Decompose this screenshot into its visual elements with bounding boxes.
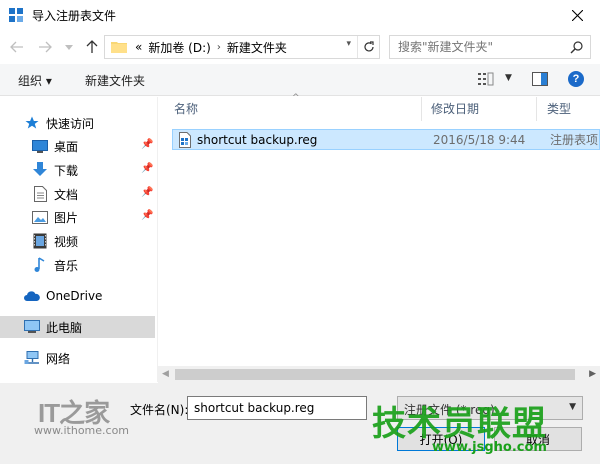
column-header-type[interactable]: 类型 — [547, 97, 571, 121]
breadcrumb-separator-icon[interactable]: › — [217, 42, 221, 53]
file-modified-date: 2016/5/18 9:44 — [433, 132, 526, 147]
title-bar: 导入注册表文件 — [0, 0, 600, 30]
pin-icon[interactable]: 📌 — [141, 139, 153, 150]
organize-button[interactable]: 组织 ▾ — [18, 72, 52, 89]
nav-item-music[interactable]: 音乐 — [32, 254, 78, 276]
column-header-name[interactable]: 名称 — [174, 97, 198, 121]
computer-icon — [24, 319, 40, 335]
nav-item-desktop[interactable]: 桌面 — [32, 135, 78, 157]
address-dropdown-icon[interactable]: ▾ — [346, 39, 351, 49]
chevron-down-icon: ▼ — [569, 402, 576, 412]
nav-onedrive-label: OneDrive — [46, 289, 103, 303]
address-row: « 新加卷 (D:) › 新建文件夹 ▾ — [0, 30, 600, 64]
onedrive-cloud-icon — [24, 288, 40, 304]
nav-network-label: 网络 — [46, 351, 71, 366]
help-button[interactable]: ? — [568, 71, 584, 87]
back-arrow-icon — [10, 41, 23, 53]
file-type: 注册表项 — [550, 133, 599, 147]
scrollbar-thumb[interactable] — [175, 369, 575, 380]
address-bar[interactable]: « 新加卷 (D:) › 新建文件夹 ▾ — [104, 35, 380, 59]
breadcrumb-drive[interactable]: 新加卷 (D:) — [148, 39, 210, 56]
nav-item-videos[interactable]: 视频 — [32, 230, 78, 252]
nav-onedrive[interactable]: OneDrive — [24, 285, 102, 307]
search-icon — [570, 41, 583, 54]
nav-item-label: 文档 — [54, 187, 79, 202]
breadcrumb-folder[interactable]: 新建文件夹 — [227, 39, 287, 56]
desktop-icon — [32, 138, 48, 154]
nav-quick-access-label: 快速访问 — [46, 116, 95, 131]
back-button[interactable] — [8, 38, 26, 56]
nav-item-label: 图片 — [54, 210, 79, 225]
view-options-dropdown-icon[interactable]: ▼ — [505, 73, 512, 83]
chevron-down-icon — [65, 44, 73, 50]
nav-item-label: 视频 — [54, 234, 79, 249]
filename-input[interactable] — [194, 397, 366, 419]
nav-this-pc[interactable]: 此电脑 — [0, 316, 155, 338]
pin-icon[interactable]: 📌 — [141, 187, 153, 198]
pictures-icon — [32, 209, 48, 225]
address-overflow[interactable]: « — [135, 40, 142, 54]
file-list: ^ 名称 修改日期 类型 shortcut backup.reg 2016/5/… — [162, 93, 600, 367]
nav-network[interactable]: 网络 — [24, 347, 70, 369]
column-header-modified[interactable]: 修改日期 — [431, 97, 479, 121]
forward-arrow-icon — [39, 41, 52, 53]
search-box[interactable] — [389, 35, 591, 59]
registry-file-icon — [179, 131, 191, 148]
nav-item-label: 下载 — [54, 163, 79, 178]
jsgho-watermark-url: www.jsgho.com — [432, 440, 547, 455]
folder-icon — [111, 42, 127, 53]
up-button[interactable] — [83, 38, 101, 56]
refresh-button[interactable] — [357, 36, 379, 58]
change-view-icon[interactable] — [478, 72, 494, 86]
pin-icon[interactable]: 📌 — [141, 210, 153, 221]
pane-divider[interactable] — [157, 97, 158, 382]
nav-item-label: 桌面 — [54, 139, 79, 154]
nav-item-documents[interactable]: 文档 — [32, 183, 78, 205]
filename-label: 文件名(N): — [130, 403, 189, 417]
column-divider[interactable] — [536, 97, 537, 121]
ithome-watermark-url: www.ithome.com — [34, 424, 130, 437]
close-icon — [571, 9, 583, 21]
refresh-icon — [363, 41, 374, 52]
navigation-pane: 快速访问 桌面 📌 下载 📌 文档 📌 图片 📌 视频 音乐 OneDrive … — [0, 97, 157, 382]
column-divider[interactable] — [421, 97, 422, 121]
download-icon — [32, 162, 48, 178]
search-input[interactable] — [398, 40, 568, 54]
preview-pane-icon[interactable] — [532, 72, 548, 86]
command-bar: 组织 ▾ 新建文件夹 ▼ ? — [0, 64, 600, 96]
nav-quick-access[interactable]: 快速访问 — [24, 112, 94, 134]
recent-locations-button[interactable] — [60, 38, 78, 56]
music-icon — [32, 257, 48, 273]
file-name: shortcut backup.reg — [197, 132, 318, 147]
pin-icon[interactable]: 📌 — [141, 163, 153, 174]
filename-field[interactable] — [187, 396, 367, 420]
star-icon — [24, 115, 40, 131]
horizontal-scrollbar[interactable]: ◀ ▶ — [158, 366, 600, 383]
nav-this-pc-label: 此电脑 — [46, 320, 83, 335]
file-row[interactable]: shortcut backup.reg 2016/5/18 9:44 注册表项 — [172, 129, 600, 150]
up-arrow-icon — [86, 40, 98, 53]
scroll-left-icon[interactable]: ◀ — [162, 369, 169, 379]
documents-icon — [32, 186, 48, 202]
network-icon — [24, 350, 40, 366]
sort-indicator-icon: ^ — [292, 93, 300, 103]
window-title: 导入注册表文件 — [32, 8, 117, 23]
close-button[interactable] — [554, 0, 600, 30]
nav-item-pictures[interactable]: 图片 — [32, 206, 78, 228]
jsgho-watermark-text: 技术员联盟 — [372, 404, 547, 444]
new-folder-button[interactable]: 新建文件夹 — [85, 72, 145, 89]
nav-item-label: 音乐 — [54, 258, 79, 273]
videos-icon — [32, 233, 48, 249]
registry-app-icon — [9, 8, 23, 22]
nav-item-downloads[interactable]: 下载 — [32, 159, 78, 181]
forward-button[interactable] — [36, 38, 54, 56]
scroll-right-icon[interactable]: ▶ — [589, 369, 596, 379]
